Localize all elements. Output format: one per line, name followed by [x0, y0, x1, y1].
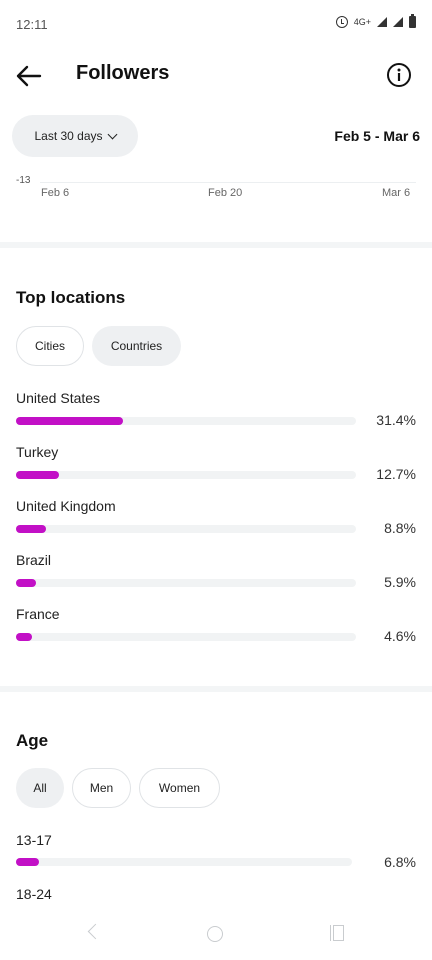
location-label: United States — [16, 390, 101, 406]
location-bar-fill — [16, 525, 46, 533]
system-nav-bar — [0, 910, 432, 960]
location-label: Turkey — [16, 444, 59, 460]
date-range-text: Feb 5 - Mar 6 — [334, 128, 420, 144]
nav-back-icon[interactable] — [87, 923, 104, 940]
tab-women[interactable]: Women — [139, 768, 220, 808]
location-percent: 8.8% — [384, 520, 416, 536]
location-bar-track — [16, 525, 356, 533]
location-bar-fill — [16, 471, 60, 479]
tab-countries[interactable]: Countries — [92, 326, 181, 366]
age-label: 18-24 — [16, 886, 52, 902]
location-bar-track — [16, 417, 356, 425]
page-title: Followers — [76, 62, 170, 84]
section-divider — [0, 242, 432, 248]
location-label: Brazil — [16, 552, 52, 568]
location-percent: 31.4% — [376, 412, 416, 428]
age-title: Age — [16, 731, 49, 750]
info-circle-icon[interactable] — [386, 62, 412, 88]
location-bar-track — [16, 471, 356, 479]
tab-cities[interactable]: Cities — [16, 326, 84, 366]
signal-icon — [377, 17, 387, 27]
status-time: 12:11 — [16, 17, 48, 32]
arrow-left-icon[interactable] — [14, 62, 44, 90]
age-bar-track — [16, 858, 352, 866]
chart-x-tick: Feb 6 — [41, 187, 70, 199]
location-percent: 4.6% — [384, 628, 416, 644]
battery-icon — [409, 14, 416, 28]
location-label: France — [16, 606, 60, 622]
followers-chart: -13 Feb 6 Feb 20 Mar 6 — [0, 172, 432, 212]
location-percent: 5.9% — [384, 574, 416, 590]
location-bar-fill — [16, 417, 123, 425]
app-header: Followers — [0, 48, 432, 104]
location-bar-track — [16, 579, 356, 587]
tab-men[interactable]: Men — [72, 768, 131, 808]
date-range-dropdown-label: Last 30 days — [34, 129, 103, 143]
network-type-label: 4G+ — [353, 17, 371, 27]
chevron-down-icon — [107, 129, 117, 139]
signal-icon-2 — [393, 17, 403, 27]
nav-home-icon[interactable] — [207, 926, 223, 942]
age-label: 13-17 — [16, 832, 52, 848]
alarm-icon — [335, 16, 348, 28]
location-percent: 12.7% — [376, 466, 416, 482]
location-bar-fill — [16, 579, 37, 587]
age-bar-fill — [16, 858, 39, 866]
status-bar: 12:11 4G+ — [0, 0, 432, 48]
nav-recents-icon[interactable] — [328, 925, 344, 941]
chart-x-tick: Feb 20 — [208, 187, 243, 199]
age-percent: 6.8% — [384, 854, 416, 870]
chart-y-tick: -13 — [16, 175, 31, 186]
location-bar-track — [16, 633, 356, 641]
tab-all[interactable]: All — [16, 768, 64, 808]
chart-baseline — [40, 182, 416, 183]
location-label: United Kingdom — [16, 498, 116, 514]
date-range-dropdown[interactable]: Last 30 days — [12, 115, 138, 157]
status-icons: 4G+ — [335, 14, 416, 28]
chart-x-tick: Mar 6 — [382, 187, 411, 199]
location-bar-fill — [16, 633, 32, 641]
section-divider — [0, 686, 432, 692]
top-locations-title: Top locations — [16, 288, 126, 307]
